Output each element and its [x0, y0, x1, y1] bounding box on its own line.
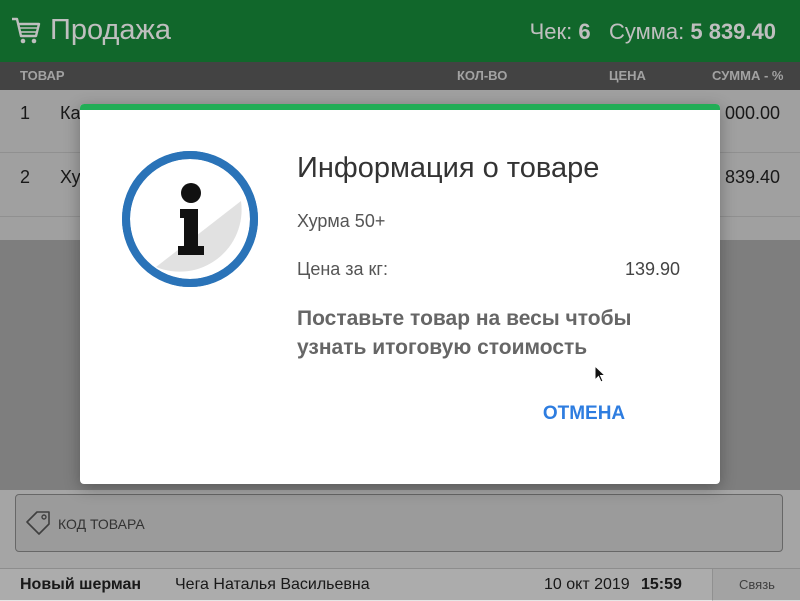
product-info-dialog: Информация о товаре Хурма 50+ Цена за кг… — [80, 104, 720, 484]
cancel-button[interactable]: ОТМЕНА — [538, 394, 630, 434]
dialog-message: Поставьте товар на весы чтобы узнать ито… — [297, 307, 632, 359]
price-value: 139.90 — [624, 259, 680, 279]
info-icon — [122, 151, 258, 287]
product-name: Хурма 50+ — [297, 211, 386, 231]
dialog-title: Информация о товаре — [297, 152, 600, 184]
cursor-icon — [594, 365, 606, 383]
price-label: Цена за кг: — [297, 259, 388, 279]
dialog-accent-bar — [80, 104, 720, 110]
